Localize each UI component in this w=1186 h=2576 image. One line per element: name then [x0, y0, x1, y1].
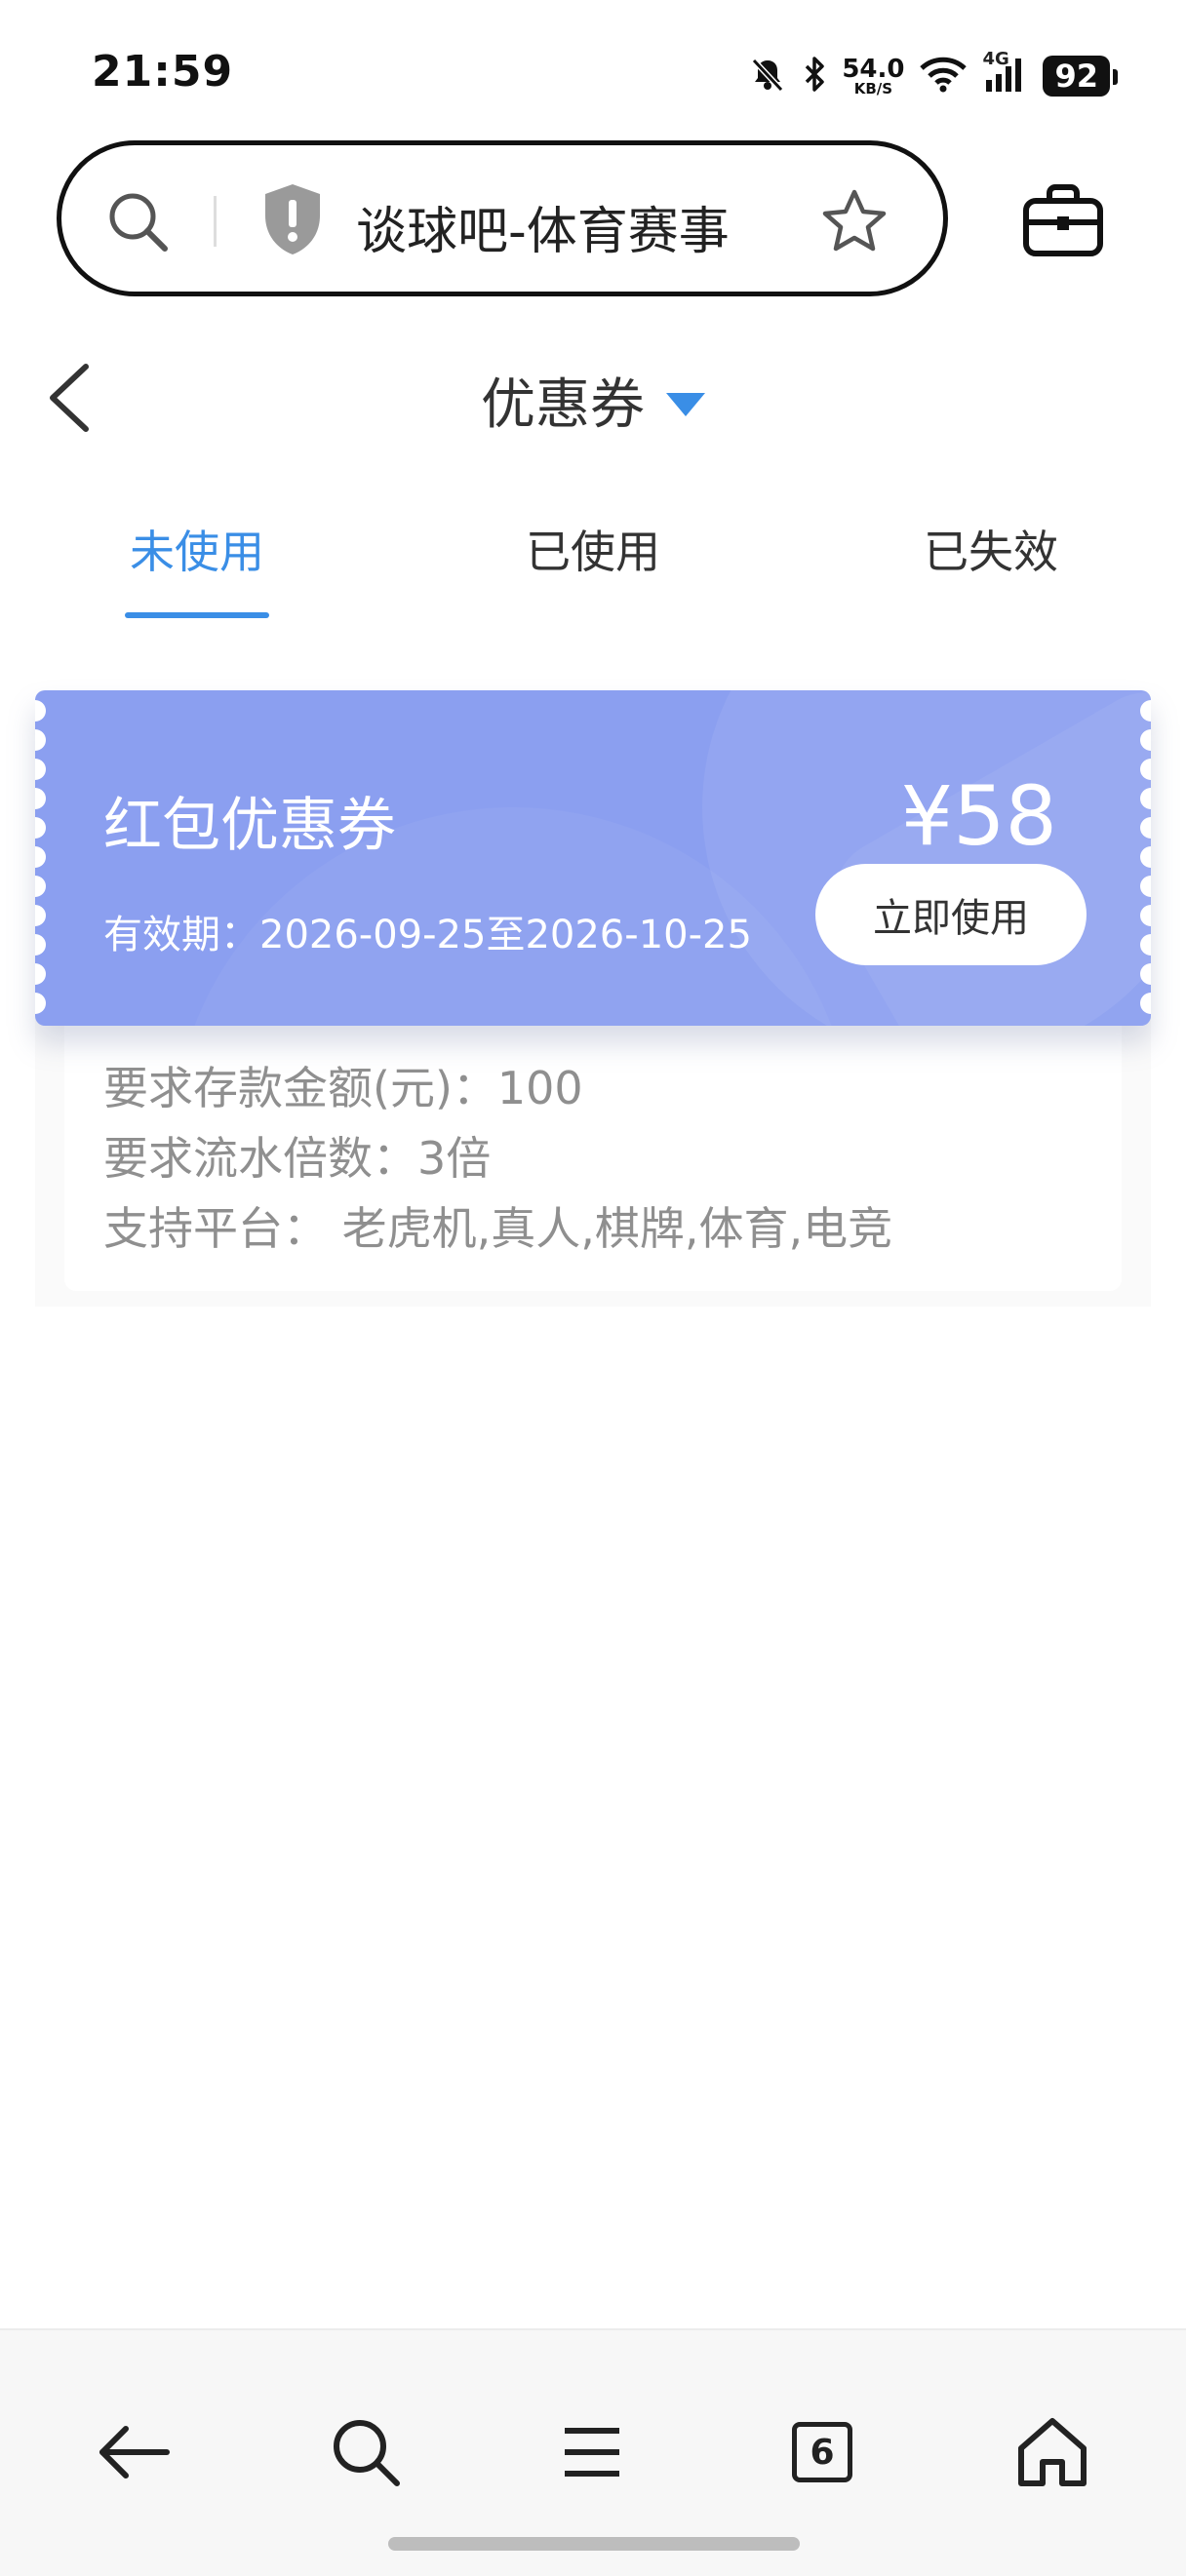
coupon-notch — [35, 993, 46, 1014]
network-type: 4G — [982, 49, 1009, 69]
search-icon[interactable] — [104, 188, 173, 260]
coupon-name: 红包优惠券 — [103, 792, 396, 860]
coupon-notch — [35, 876, 46, 897]
coupon-notch — [35, 729, 46, 751]
coupon-notch — [35, 963, 46, 985]
active-tab-indicator — [125, 612, 269, 618]
tab-count: 6 — [792, 2422, 852, 2482]
nav-home-icon[interactable] — [999, 2399, 1106, 2506]
use-now-button[interactable]: 立即使用 — [815, 864, 1087, 965]
caret-down-icon — [666, 392, 705, 416]
signal-icon: 4G — [982, 49, 1029, 98]
coupon-notch — [35, 905, 46, 926]
nav-search-icon[interactable] — [312, 2399, 419, 2506]
coupon-detail-deposit: 要求存款金额(元)：100 — [103, 1062, 583, 1114]
coupon-notch — [35, 700, 46, 722]
tab-expired[interactable]: 已失效 — [874, 517, 1108, 581]
address-bar[interactable]: 谈球吧-体育赛事 — [57, 140, 948, 296]
coupon-notch — [35, 759, 46, 780]
coupon-card: 红包优惠券 有效期：2026-09-25至2026-10-25 ¥58 立即使用 — [35, 690, 1151, 1026]
home-indicator[interactable] — [388, 2537, 800, 2551]
shield-icon[interactable] — [258, 180, 327, 262]
tab-used[interactable]: 已使用 — [476, 517, 710, 581]
title-dropdown[interactable]: 优惠券 — [481, 361, 705, 440]
wifi-icon — [918, 55, 969, 98]
url-title[interactable]: 谈球吧-体育赛事 — [356, 190, 730, 263]
coupon-detail-turnover: 要求流水倍数：3倍 — [103, 1132, 492, 1185]
coupon-notch — [35, 846, 46, 868]
mute-icon — [748, 55, 787, 98]
coupon-notch — [35, 788, 46, 809]
nav-back-icon[interactable] — [80, 2399, 187, 2506]
coupon-validity: 有效期：2026-09-25至2026-10-25 — [103, 913, 752, 957]
nav-tabs-icon[interactable]: 6 — [769, 2399, 876, 2506]
url-divider — [214, 196, 217, 247]
star-icon[interactable] — [818, 186, 890, 262]
coupon-amount: ¥58 — [900, 768, 1057, 864]
tab-unused[interactable]: 未使用 — [80, 517, 314, 581]
net-speed: 54.0 KB/S — [842, 54, 905, 98]
coupon-notch — [35, 934, 46, 956]
status-time: 21:59 — [92, 47, 234, 97]
page-title-wrapper: 优惠券 — [0, 361, 1186, 440]
coupon-detail-platforms: 支持平台： 老虎机,真人,棋牌,体育,电竞 — [103, 1202, 893, 1255]
status-icons: 54.0 KB/S 4G 92 — [748, 49, 1118, 103]
battery-icon: 92 — [1043, 56, 1118, 97]
coupon-notch — [35, 817, 46, 839]
nav-menu-icon[interactable] — [538, 2399, 646, 2506]
toolbox-icon[interactable] — [1022, 183, 1104, 261]
page-title: 优惠券 — [481, 373, 645, 437]
bluetooth-icon — [801, 55, 828, 98]
